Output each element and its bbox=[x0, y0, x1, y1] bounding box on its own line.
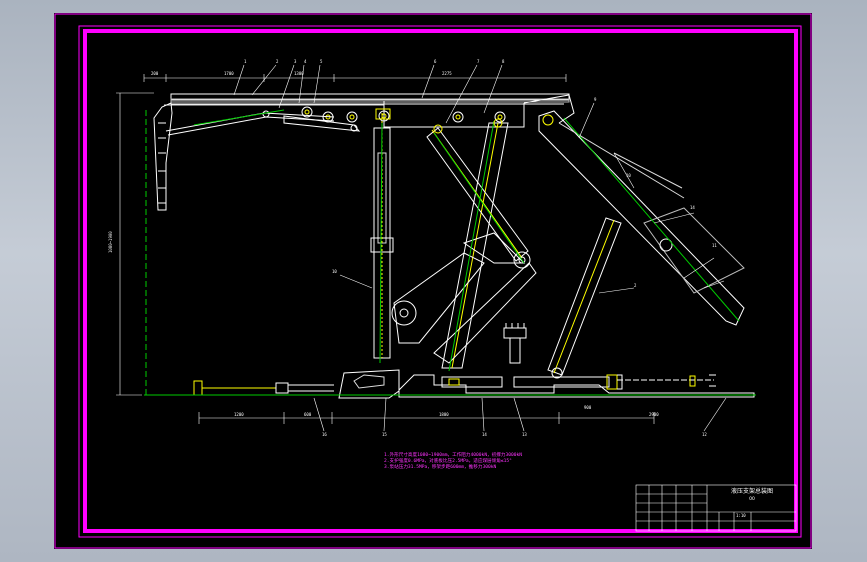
drawing-title: 液压支架总装图 bbox=[730, 488, 773, 495]
base bbox=[144, 108, 756, 399]
technical-notes: 1.外形尺寸高度1080~1900mm，工作阻力4000kN，初撑力3000kN… bbox=[384, 453, 614, 471]
rear-legs bbox=[391, 118, 537, 372]
scale-text: 1:10 bbox=[736, 513, 746, 518]
tail-boom bbox=[538, 110, 745, 379]
title-block-text: 液压支架总装图 00 bbox=[708, 487, 796, 504]
drawing-number: 00 bbox=[749, 497, 755, 502]
canopy bbox=[164, 93, 575, 128]
front-leg bbox=[370, 113, 394, 364]
note-line-3: 3.泵站压力31.5MPa，移架步距600mm，推移力300kN bbox=[384, 465, 497, 470]
support-assembly bbox=[116, 64, 756, 432]
drawing-sheet: 200 1700 1300 2275 1080~1900 1 2 3 4 5 6… bbox=[54, 13, 812, 549]
